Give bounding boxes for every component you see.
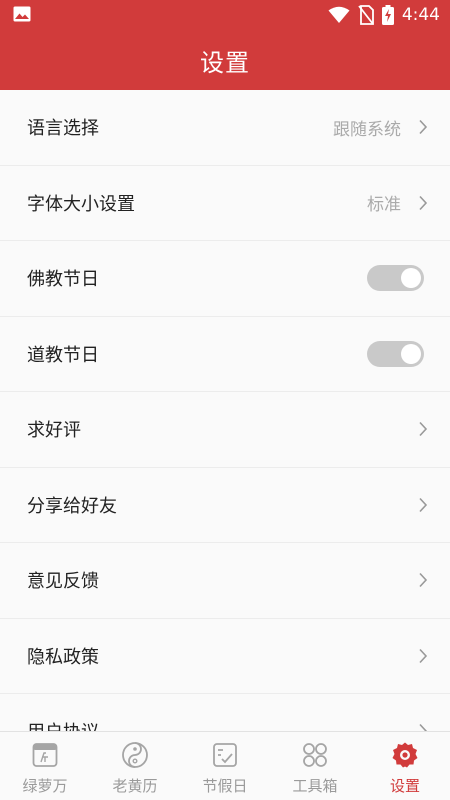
settings-item-label: 道教节日 bbox=[27, 344, 99, 366]
tab-settings[interactable]: 设置 bbox=[360, 732, 450, 800]
settings-item-privacy-policy[interactable]: 隐私政策 bbox=[0, 618, 450, 694]
chevron-right-icon bbox=[419, 648, 428, 663]
tab-calendar[interactable]: 绿萝万 bbox=[0, 732, 90, 800]
settings-item-feedback[interactable]: 意见反馈 bbox=[0, 543, 450, 619]
tab-holidays[interactable]: 节假日 bbox=[180, 732, 270, 800]
settings-item-value: 跟随系统 bbox=[333, 119, 401, 140]
app-bar: 设置 bbox=[0, 30, 450, 90]
grid-icon bbox=[303, 743, 327, 767]
chevron-right-icon bbox=[419, 573, 428, 588]
settings-icon bbox=[392, 742, 418, 768]
tab-almanac[interactable]: 老黄历 bbox=[90, 732, 180, 800]
image-notification-icon bbox=[13, 6, 31, 22]
taoist-festivals-toggle[interactable] bbox=[367, 340, 424, 367]
tab-label: 设置 bbox=[389, 777, 420, 795]
tab-label: 节假日 bbox=[202, 777, 248, 795]
tab-label: 工具箱 bbox=[292, 777, 338, 795]
tab-label: 绿萝万 bbox=[22, 777, 68, 795]
settings-item-buddhist-festivals: 佛教节日 bbox=[0, 241, 450, 317]
settings-item-font-size[interactable]: 字体大小设置 标准 bbox=[0, 165, 450, 241]
chevron-right-icon bbox=[419, 195, 428, 210]
settings-item-label: 意见反馈 bbox=[27, 571, 99, 593]
checklist-icon bbox=[213, 743, 237, 767]
tab-toolbox[interactable]: 工具箱 bbox=[270, 732, 360, 800]
settings-item-user-agreement[interactable]: 用户协议 bbox=[0, 694, 450, 731]
settings-item-language[interactable]: 语言选择 跟随系统 bbox=[0, 90, 450, 166]
chevron-right-icon bbox=[419, 497, 428, 512]
settings-item-rate-app[interactable]: 求好评 bbox=[0, 392, 450, 468]
chevron-right-icon bbox=[419, 422, 428, 437]
calendar-icon bbox=[32, 743, 58, 767]
settings-item-label: 隐私政策 bbox=[27, 646, 99, 668]
yin-yang-icon bbox=[122, 742, 148, 768]
settings-item-share[interactable]: 分享给好友 bbox=[0, 467, 450, 543]
chevron-right-icon bbox=[419, 724, 427, 731]
status-time: 4:44 bbox=[401, 5, 440, 25]
settings-item-label: 求好评 bbox=[27, 420, 81, 442]
settings-item-label: 字体大小设置 bbox=[27, 193, 135, 215]
no-sim-icon bbox=[358, 5, 374, 25]
chevron-right-icon bbox=[419, 120, 428, 135]
battery-charging-icon bbox=[381, 5, 394, 25]
toggle-knob bbox=[401, 343, 421, 364]
settings-item-label: 用户协议 bbox=[27, 718, 99, 731]
settings-item-label: 佛教节日 bbox=[27, 269, 99, 291]
toggle-knob bbox=[401, 268, 421, 289]
tab-label: 老黄历 bbox=[112, 777, 158, 795]
settings-item-taoist-festivals: 道教节日 bbox=[0, 316, 450, 392]
settings-list: 语言选择 跟随系统 字体大小设置 标准 佛教节日 道教节日 求好评 分享给好友 … bbox=[0, 90, 450, 731]
settings-item-label: 分享给好友 bbox=[27, 495, 117, 517]
settings-item-value: 标准 bbox=[367, 195, 401, 216]
page-title: 设置 bbox=[200, 48, 250, 77]
settings-item-label: 语言选择 bbox=[27, 118, 99, 140]
bottom-tab-bar: 绿萝万 老黄历 节假日 工具箱 设置 bbox=[0, 731, 450, 800]
status-bar: 4:44 bbox=[0, 0, 450, 30]
wifi-icon bbox=[328, 6, 350, 23]
buddhist-festivals-toggle[interactable] bbox=[367, 265, 424, 292]
